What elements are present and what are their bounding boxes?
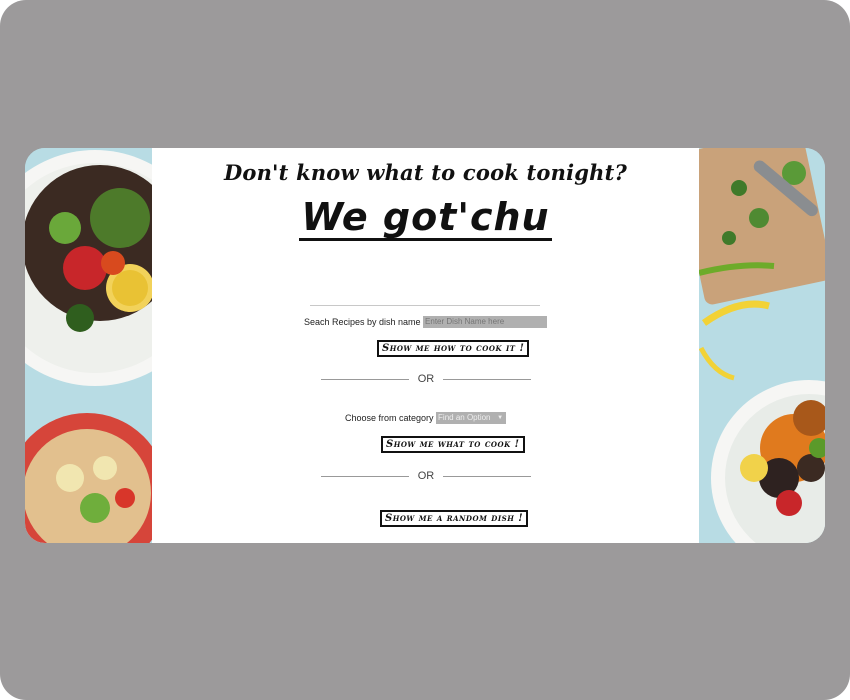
- or-line-left: [321, 379, 409, 380]
- dish-name-input[interactable]: [423, 316, 548, 328]
- category-select-value: Find an Option: [438, 413, 491, 422]
- or-line-right: [443, 476, 531, 477]
- show-random-dish-button[interactable]: Show me a random dish !: [380, 510, 529, 527]
- or-divider: OR: [321, 469, 531, 483]
- divider: [310, 305, 540, 306]
- show-how-to-cook-button[interactable]: Show me how to cook it !: [377, 340, 530, 357]
- page-title-text: We got'chu: [299, 195, 552, 241]
- chevron-down-icon: ▼: [497, 415, 504, 421]
- or-divider: OR: [321, 372, 531, 386]
- screenshot-frame: Don't know what to cook tonight? We got'…: [0, 0, 850, 700]
- search-label: Seach Recipes by dish name: [303, 317, 421, 327]
- category-select[interactable]: Find an Option ▼: [436, 412, 507, 424]
- page-viewport: Don't know what to cook tonight? We got'…: [25, 148, 825, 543]
- main-panel: Don't know what to cook tonight? We got'…: [152, 148, 699, 543]
- or-line-right: [443, 379, 531, 380]
- search-row: Seach Recipes by dish name: [152, 316, 699, 328]
- or-line-left: [321, 476, 409, 477]
- food-photo-right: [699, 148, 825, 543]
- page-title: We got'chu: [152, 196, 699, 241]
- food-photo-left: [25, 148, 152, 543]
- show-what-to-cook-button[interactable]: Show me what to cook !: [381, 436, 525, 453]
- category-row: Choose from category Find an Option ▼: [152, 412, 699, 424]
- category-label: Choose from category: [344, 413, 434, 423]
- page-tagline: Don't know what to cook tonight?: [223, 160, 628, 185]
